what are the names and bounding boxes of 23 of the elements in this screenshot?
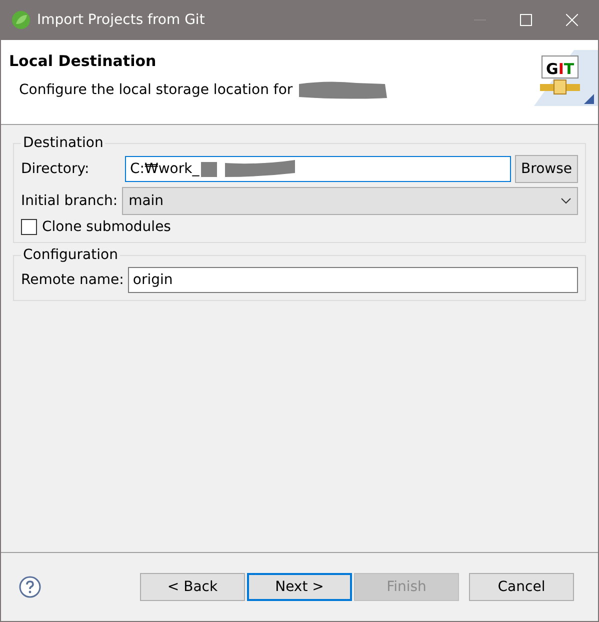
clone-checkbox[interactable] xyxy=(21,219,37,235)
field-label: Directory: xyxy=(21,161,90,177)
wizard-button[interactable]: Cancel xyxy=(469,573,574,601)
page-description: Configure the local storage location for xyxy=(19,82,293,98)
help-icon[interactable] xyxy=(19,576,41,598)
group-legend: Destination xyxy=(21,135,106,151)
remote-name-field[interactable]: origin xyxy=(128,267,578,293)
leaf-logo-icon xyxy=(11,10,31,30)
checkbox-label: Clone submodules xyxy=(42,219,171,235)
close-icon[interactable] xyxy=(566,14,578,26)
branch-dropdown[interactable]: main xyxy=(122,187,578,215)
wizard-button[interactable]: Next > xyxy=(247,573,352,601)
page-title: Local Destination xyxy=(9,52,158,70)
wizard-button[interactable]: < Back xyxy=(140,573,245,601)
git-logo-icon: GIT xyxy=(534,50,598,106)
field-label: Remote name: xyxy=(21,272,124,288)
browse-button[interactable]: Browse xyxy=(515,155,578,183)
chevron-down-icon xyxy=(561,198,571,204)
window-title: Import Projects from Git xyxy=(37,12,205,28)
field-label: Initial branch: xyxy=(21,193,118,209)
group-legend: Configuration xyxy=(21,247,120,263)
directory-field[interactable]: C:₩work_ xyxy=(125,156,512,182)
maximize-icon[interactable] xyxy=(520,14,532,26)
